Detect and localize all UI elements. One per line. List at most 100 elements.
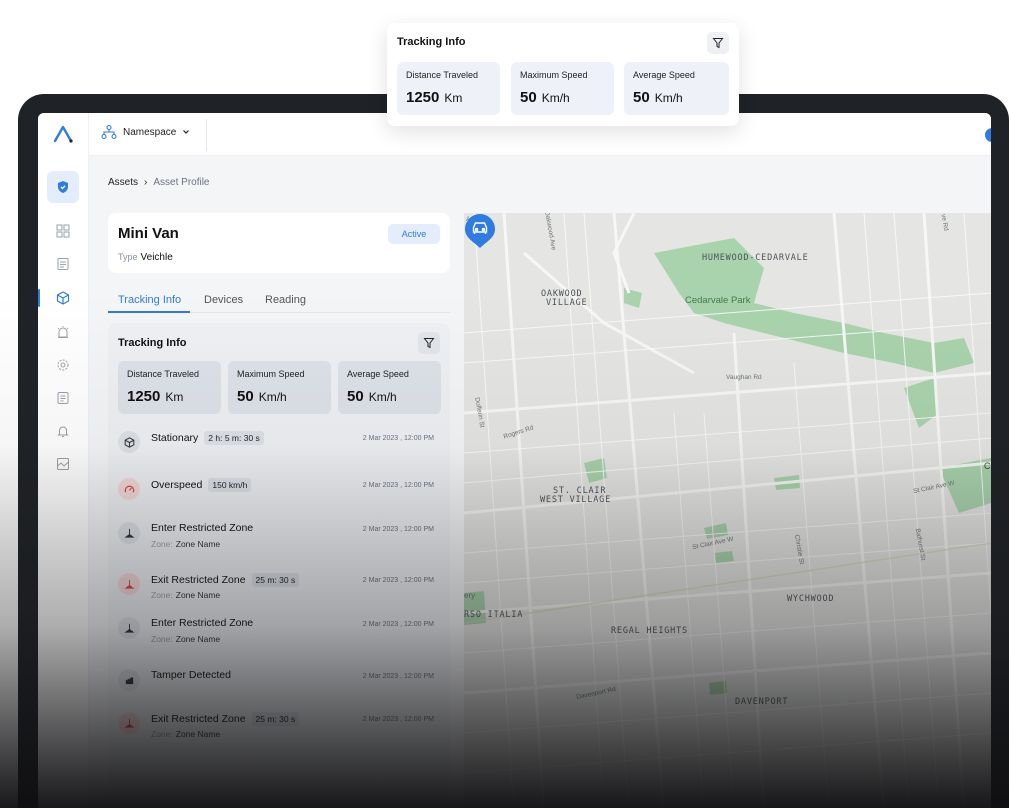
event-zone: Zone: Zone Name bbox=[151, 590, 220, 600]
area-label: VILLAGE bbox=[546, 298, 588, 308]
sidebar-item-dashboard[interactable] bbox=[51, 219, 75, 243]
asset-type: Type Veichle bbox=[118, 252, 173, 263]
breadcrumb: Assets › Asset Profile bbox=[108, 177, 210, 188]
filter-icon bbox=[423, 338, 435, 349]
namespace-selector[interactable]: Namespace bbox=[101, 124, 190, 140]
asset-type-value: Veichle bbox=[140, 252, 173, 263]
sidebar-item-settings[interactable] bbox=[51, 353, 75, 377]
zone-value: Zone Name bbox=[175, 590, 221, 600]
park-label: Cedarvale Park bbox=[685, 295, 751, 306]
area-label: WYCHWOOD bbox=[787, 594, 835, 604]
event-title-row: Tamper Detected bbox=[151, 669, 231, 681]
event-item[interactable]: Tamper Detected 2 Mar 2023 , 12:00 PM bbox=[118, 666, 440, 696]
sidebar bbox=[38, 113, 89, 808]
speedometer-icon bbox=[118, 478, 140, 500]
event-title: Stationary bbox=[151, 432, 199, 444]
gear-icon bbox=[57, 359, 69, 371]
stat-unit: Km/h bbox=[368, 390, 397, 404]
tracking-title: Tracking Info bbox=[118, 337, 187, 349]
breadcrumb-separator: › bbox=[144, 177, 148, 188]
event-title-row: Enter Restricted Zone bbox=[151, 617, 253, 629]
event-time: 2 Mar 2023 , 12:00 PM bbox=[362, 435, 434, 442]
event-zone: Zone: Zone Name bbox=[151, 729, 220, 739]
event-time: 2 Mar 2023 , 12:00 PM bbox=[362, 526, 434, 533]
asset-card: Mini Van Type Veichle Active bbox=[108, 213, 450, 273]
zone-value: Zone Name bbox=[175, 539, 221, 549]
sidebar-item-security[interactable] bbox=[47, 171, 79, 203]
event-item[interactable]: Exit Restricted Zone 25 m: 30 s Zone: Zone… bbox=[118, 709, 440, 739]
breadcrumb-root[interactable]: Assets bbox=[108, 177, 138, 188]
area-label: WEST VILLAGE bbox=[540, 495, 612, 505]
event-time: 2 Mar 2023 , 12:00 PM bbox=[362, 716, 434, 723]
stat-value-row: 50 Km/h bbox=[237, 388, 287, 405]
alarm-icon bbox=[57, 326, 69, 338]
stat-value-row: 50 Km/h bbox=[347, 388, 397, 405]
stat-value: 50 bbox=[347, 388, 364, 405]
stat-max-speed: Maximum Speed 50 Km/h bbox=[511, 62, 614, 115]
tracking-panel: Tracking Info Distance Traveled 1250 Km M… bbox=[108, 323, 450, 808]
zone-value: Zone Name bbox=[175, 729, 221, 739]
document-icon bbox=[57, 392, 69, 404]
stat-distance: Distance Traveled 1250 Km bbox=[118, 361, 221, 414]
event-time: 2 Mar 2023 , 12:00 PM bbox=[362, 621, 434, 628]
event-zone: Zone: Zone Name bbox=[151, 539, 220, 549]
tab-bar: Tracking Info Devices Reading bbox=[108, 291, 450, 313]
event-item[interactable]: Stationary 2 h: 5 m: 30 s 2 Mar 2023 , 12… bbox=[118, 428, 440, 458]
filter-icon bbox=[712, 38, 724, 49]
event-time: 2 Mar 2023 , 12:00 PM bbox=[362, 577, 434, 584]
event-duration: 25 m: 30 s bbox=[251, 573, 300, 587]
active-tab-indicator bbox=[108, 311, 190, 313]
street-label: C bbox=[984, 461, 991, 471]
filter-button[interactable] bbox=[418, 332, 440, 354]
zone-value: Zone Name bbox=[175, 634, 221, 644]
tab-reading[interactable]: Reading bbox=[265, 294, 306, 306]
stat-unit: Km/h bbox=[258, 390, 287, 404]
event-title: Enter Restricted Zone bbox=[151, 522, 254, 534]
event-item[interactable]: Enter Restricted Zone Zone: Zone Name 2 M… bbox=[118, 519, 440, 549]
status-badge: Active bbox=[388, 224, 440, 244]
event-item[interactable]: Enter Restricted Zone Zone: Zone Name 2 M… bbox=[118, 614, 440, 644]
grid-icon bbox=[56, 224, 70, 238]
event-title: Exit Restricted Zone bbox=[151, 713, 246, 725]
stat-avg-speed: Average Speed 50 Km/h bbox=[624, 62, 729, 115]
sidebar-item-notifications[interactable] bbox=[51, 419, 75, 443]
sidebar-item-alarms[interactable] bbox=[51, 320, 75, 344]
stat-value: 1250 bbox=[127, 388, 161, 405]
bell-icon bbox=[57, 426, 69, 437]
vehicle-location-pin[interactable] bbox=[464, 213, 496, 249]
sidebar-item-assets[interactable] bbox=[51, 286, 75, 310]
sidebar-item-list[interactable] bbox=[51, 252, 75, 276]
stat-value-row: 50 Km/h bbox=[633, 89, 683, 106]
sidebar-item-reports[interactable] bbox=[51, 386, 75, 410]
filter-button[interactable] bbox=[707, 32, 729, 54]
stat-max-speed: Maximum Speed 50 Km/h bbox=[228, 361, 331, 414]
zone-label: Zone: bbox=[151, 634, 173, 644]
event-time: 2 Mar 2023 , 12:00 PM bbox=[362, 482, 434, 489]
avatar[interactable] bbox=[985, 128, 991, 142]
chevron-down-icon bbox=[183, 130, 190, 134]
event-duration: 2 h: 5 m: 30 s bbox=[204, 431, 264, 445]
event-title-row: Exit Restricted Zone 25 m: 30 s bbox=[151, 712, 300, 726]
zone-label: Zone: bbox=[151, 539, 173, 549]
tab-tracking-info[interactable]: Tracking Info bbox=[118, 294, 181, 306]
event-duration: 150 km/h bbox=[208, 478, 252, 492]
zone-label: Zone: bbox=[151, 590, 173, 600]
active-marker bbox=[38, 289, 40, 307]
stat-label: Average Speed bbox=[347, 369, 409, 379]
tab-devices[interactable]: Devices bbox=[204, 294, 243, 306]
stat-label: Distance Traveled bbox=[406, 70, 479, 80]
asset-type-label: Type bbox=[118, 252, 138, 262]
event-item[interactable]: Exit Restricted Zone 25 m: 30 s Zone: Zone… bbox=[118, 570, 440, 600]
stat-unit: Km bbox=[444, 91, 463, 105]
namespace-label: Namespace bbox=[123, 126, 177, 138]
map-icon bbox=[57, 458, 69, 470]
event-title-row: Enter Restricted Zone bbox=[151, 522, 253, 534]
sidebar-item-map[interactable] bbox=[51, 452, 75, 476]
stat-label: Maximum Speed bbox=[237, 369, 305, 379]
stat-avg-speed: Average Speed 50 Km/h bbox=[338, 361, 441, 414]
map-parks bbox=[464, 238, 991, 695]
event-item[interactable]: Overspeed 150 km/h 2 Mar 2023 , 12:00 PM bbox=[118, 475, 440, 505]
map-view[interactable]: HUMEWOOD-CEDARVALE OAKWOOD VILLAGE Cedar… bbox=[464, 213, 991, 808]
namespace-icon bbox=[101, 124, 117, 140]
area-label: DAVENPORT bbox=[735, 697, 789, 707]
